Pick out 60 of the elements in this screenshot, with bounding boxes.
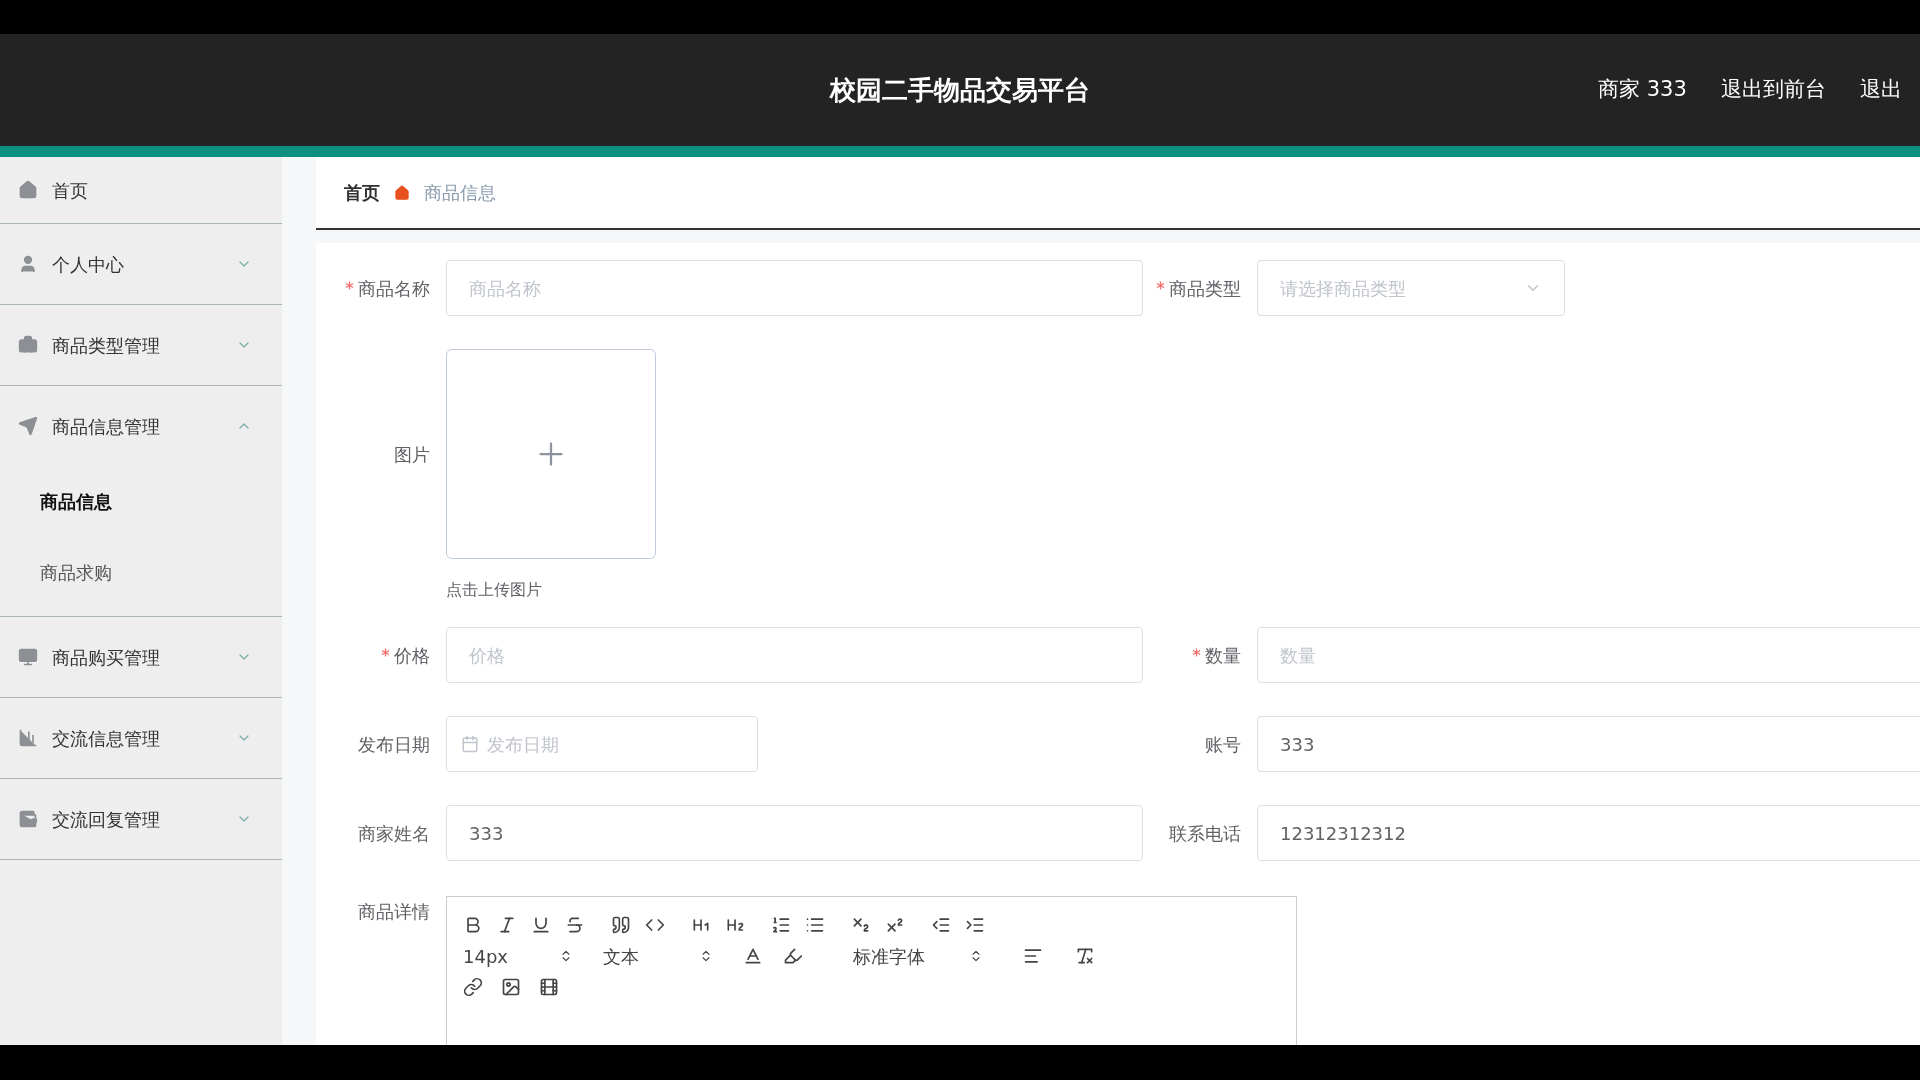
underline-icon[interactable] <box>531 915 551 935</box>
field-label: 联系电话 <box>1169 821 1241 846</box>
home-icon <box>18 180 38 200</box>
upload-hint: 点击上传图片 <box>446 579 543 601</box>
sidebar-menu-item[interactable]: 交流信息管理 <box>0 698 282 778</box>
sidebar-menu-item[interactable]: 商品购买管理 <box>0 617 282 697</box>
briefcase-icon <box>18 335 38 355</box>
text-field[interactable]: 商品名称 <box>446 260 1143 316</box>
field-label: 账号 <box>1205 732 1241 757</box>
bullet-list-icon[interactable] <box>805 915 825 935</box>
text-color-icon[interactable] <box>743 946 763 966</box>
wallet-icon <box>18 809 38 829</box>
text-field[interactable]: 12312312312 <box>1257 805 1920 861</box>
highlighter-icon[interactable] <box>783 946 803 966</box>
monitor-icon <box>18 647 38 667</box>
sidebar-menu-item[interactable]: 首页 <box>0 157 282 223</box>
superscript-icon[interactable] <box>885 915 905 935</box>
site-title: 校园二手物品交易平台 <box>830 73 1090 107</box>
text-field[interactable]: 333 <box>446 805 1143 861</box>
text-field[interactable]: 价格 <box>446 627 1143 683</box>
heading-select[interactable]: 文本 <box>603 942 713 970</box>
home-icon <box>394 184 410 201</box>
outdent-icon[interactable] <box>931 915 951 935</box>
paper-plane-icon <box>18 416 38 436</box>
sidebar-submenu-item[interactable]: 商品求购 <box>0 537 282 608</box>
align-left-icon[interactable] <box>1023 946 1043 966</box>
field-label: 发布日期 <box>358 732 430 757</box>
link-icon[interactable] <box>463 977 483 997</box>
header-link[interactable]: 退出到前台 <box>1720 74 1826 106</box>
font-family-select[interactable]: 标准字体 <box>853 942 983 970</box>
field-label: 价格 <box>394 643 430 668</box>
sidebar-menu-item[interactable]: 商品信息管理 <box>0 386 282 466</box>
field-label: 图片 <box>394 442 430 467</box>
field-label: 商家姓名 <box>358 821 430 846</box>
breadcrumb-item[interactable]: 首页 <box>344 179 380 206</box>
font-size-select[interactable]: 14px <box>463 942 573 970</box>
bar-chart-icon <box>18 728 38 748</box>
image-icon[interactable] <box>501 977 521 997</box>
strikethrough-icon[interactable] <box>565 915 585 935</box>
sidebar-menu-item[interactable]: 商品类型管理 <box>0 305 282 385</box>
italic-icon[interactable] <box>497 915 517 935</box>
sidebar-submenu-item[interactable]: 商品信息 <box>0 466 282 537</box>
user-name: 商家 333 <box>1598 76 1687 104</box>
text-field[interactable]: 333 <box>1257 716 1920 772</box>
field-label: 数量 <box>1205 643 1241 668</box>
field-label: 商品类型 <box>1169 276 1241 301</box>
header-link[interactable]: 退出 <box>1859 74 1902 106</box>
sidebar-menu-item[interactable]: 交流回复管理 <box>0 779 282 859</box>
field-label: 商品名称 <box>358 276 430 301</box>
subscript-icon[interactable] <box>851 915 871 935</box>
quote-icon[interactable] <box>611 915 631 935</box>
user-icon <box>18 254 38 274</box>
indent-icon[interactable] <box>965 915 985 935</box>
field-label: 商品详情 <box>358 900 430 924</box>
ordered-list-icon[interactable] <box>771 915 791 935</box>
text-field[interactable]: 数量 <box>1257 627 1920 683</box>
clear-format-icon[interactable] <box>1075 946 1095 966</box>
film-icon[interactable] <box>539 977 559 997</box>
sidebar-menu-item[interactable]: 个人中心 <box>0 224 282 304</box>
calendar-icon <box>461 735 479 753</box>
